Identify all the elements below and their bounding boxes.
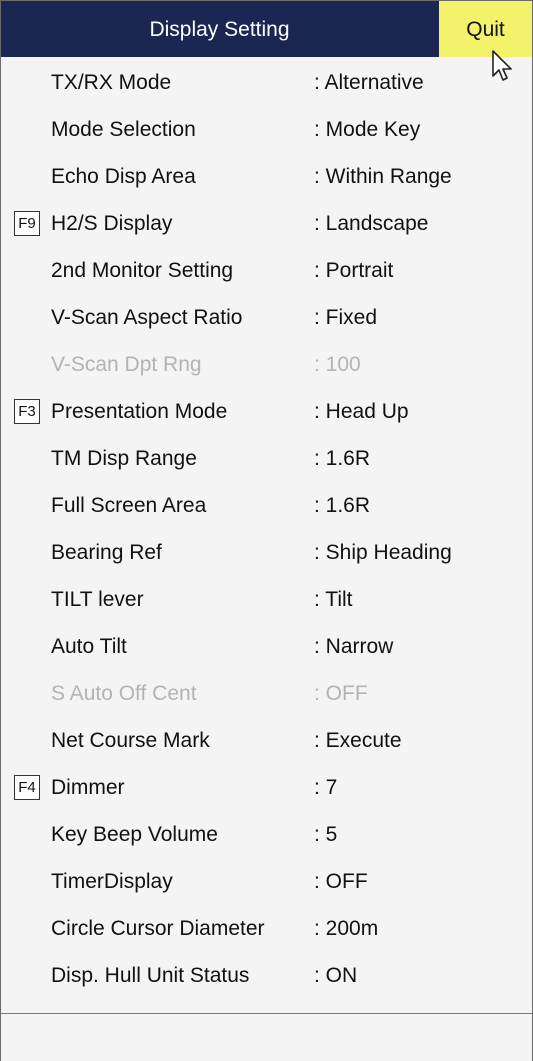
setting-label: Echo Disp Area bbox=[51, 165, 196, 188]
setting-row[interactable]: F9 H2/S Display : Landscape bbox=[1, 200, 532, 247]
setting-row[interactable]: Disp. Hull Unit Status : ON bbox=[1, 952, 532, 999]
setting-value: : 7 bbox=[314, 776, 338, 799]
setting-value: : Head Up bbox=[314, 400, 409, 423]
display-setting-menu: Display Setting Quit TX/RX Mode : Alterna… bbox=[0, 0, 533, 1061]
setting-value: : Tilt bbox=[314, 588, 353, 611]
setting-label: TILT lever bbox=[51, 588, 144, 611]
setting-value: : 5 bbox=[314, 823, 338, 846]
setting-row[interactable]: Auto Tilt : Narrow bbox=[1, 623, 532, 670]
setting-label: Circle Cursor Diameter bbox=[51, 917, 265, 940]
setting-value: : ON bbox=[314, 964, 358, 987]
setting-row[interactable]: TM Disp Range : 1.6R bbox=[1, 435, 532, 482]
function-key-badge: F4 bbox=[14, 775, 40, 800]
setting-row[interactable]: Mode Selection : Mode Key bbox=[1, 106, 532, 153]
setting-label: Net Course Mark bbox=[51, 729, 210, 752]
setting-label: Bearing Ref bbox=[51, 541, 162, 564]
setting-value: : Within Range bbox=[314, 165, 452, 188]
function-key-badge: F9 bbox=[14, 211, 40, 236]
menu-title: Display Setting bbox=[149, 18, 290, 41]
setting-row[interactable]: F3 Presentation Mode : Head Up bbox=[1, 388, 532, 435]
setting-label: TM Disp Range bbox=[51, 447, 197, 470]
setting-label: Presentation Mode bbox=[51, 400, 228, 423]
setting-row[interactable]: Bearing Ref : Ship Heading bbox=[1, 529, 532, 576]
setting-label: V-Scan Dpt Rng bbox=[51, 353, 202, 376]
setting-value: : Portrait bbox=[314, 259, 394, 282]
setting-row: V-Scan Dpt Rng : 100 bbox=[1, 341, 532, 388]
setting-label: V-Scan Aspect Ratio bbox=[51, 306, 243, 329]
setting-value: : 200m bbox=[314, 917, 379, 940]
settings-list: TX/RX Mode : Alternative Mode Selection : M… bbox=[1, 59, 532, 999]
status-bar bbox=[1, 1013, 532, 1061]
setting-row[interactable]: V-Scan Aspect Ratio : Fixed bbox=[1, 294, 532, 341]
setting-label: Disp. Hull Unit Status bbox=[51, 964, 250, 987]
menu-header: Display Setting Quit bbox=[1, 1, 532, 57]
setting-row[interactable]: F4 Dimmer : 7 bbox=[1, 764, 532, 811]
setting-row[interactable]: 2nd Monitor Setting : Portrait bbox=[1, 247, 532, 294]
setting-value: : OFF bbox=[314, 870, 368, 893]
setting-label: TX/RX Mode bbox=[51, 71, 172, 94]
setting-value: : Fixed bbox=[314, 306, 378, 329]
function-key-badge: F3 bbox=[14, 399, 40, 424]
setting-value: : Narrow bbox=[314, 635, 394, 658]
setting-value: : 100 bbox=[314, 353, 361, 376]
setting-row[interactable]: TimerDisplay : OFF bbox=[1, 858, 532, 905]
setting-value: : Alternative bbox=[314, 71, 424, 94]
setting-value: : Landscape bbox=[314, 212, 429, 235]
setting-value: : Execute bbox=[314, 729, 402, 752]
setting-row[interactable]: TX/RX Mode : Alternative bbox=[1, 59, 532, 106]
setting-label: 2nd Monitor Setting bbox=[51, 259, 234, 282]
setting-row[interactable]: TILT lever : Tilt bbox=[1, 576, 532, 623]
setting-row: S Auto Off Cent : OFF bbox=[1, 670, 532, 717]
setting-value: : Mode Key bbox=[314, 118, 421, 141]
setting-label: H2/S Display bbox=[51, 212, 173, 235]
setting-label: TimerDisplay bbox=[51, 870, 173, 893]
setting-row[interactable]: Full Screen Area : 1.6R bbox=[1, 482, 532, 529]
setting-value: : 1.6R bbox=[314, 494, 371, 517]
quit-button[interactable]: Quit bbox=[439, 1, 532, 57]
setting-value: : Ship Heading bbox=[314, 541, 452, 564]
setting-label: Mode Selection bbox=[51, 118, 196, 141]
setting-label: Key Beep Volume bbox=[51, 823, 218, 846]
setting-value: : 1.6R bbox=[314, 447, 371, 470]
setting-row[interactable]: Net Course Mark : Execute bbox=[1, 717, 532, 764]
setting-row[interactable]: Echo Disp Area : Within Range bbox=[1, 153, 532, 200]
setting-label: Auto Tilt bbox=[51, 635, 127, 658]
setting-value: : OFF bbox=[314, 682, 368, 705]
setting-label: S Auto Off Cent bbox=[51, 682, 197, 705]
setting-row[interactable]: Circle Cursor Diameter : 200m bbox=[1, 905, 532, 952]
setting-label: Dimmer bbox=[51, 776, 125, 799]
setting-label: Full Screen Area bbox=[51, 494, 207, 517]
setting-row[interactable]: Key Beep Volume : 5 bbox=[1, 811, 532, 858]
